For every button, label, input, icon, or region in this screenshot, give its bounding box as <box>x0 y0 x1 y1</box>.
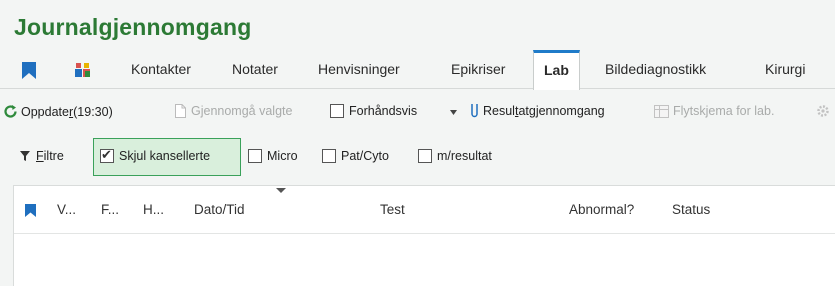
micro-checkbox-box[interactable] <box>248 149 262 163</box>
refresh-button[interactable]: Oppdate r (19:30) <box>3 104 113 119</box>
preview-checkbox[interactable]: Forhåndsvis <box>330 104 417 118</box>
dropdown-caret-icon[interactable] <box>450 110 457 115</box>
with-result-checkbox[interactable]: m/resultat <box>418 149 492 163</box>
test-tube-icon <box>470 104 479 118</box>
column-header-v[interactable]: V... <box>57 202 76 217</box>
grid-header: V... F... H... Dato/Tid Test Abnormal? S… <box>14 186 835 234</box>
hide-cancelled-checkbox[interactable]: Skjul kansellerte <box>100 147 210 163</box>
column-header-h[interactable]: H... <box>143 202 164 217</box>
pat-cyto-checkbox-box[interactable] <box>322 149 336 163</box>
tab-henvisninger[interactable]: Henvisninger <box>318 50 400 89</box>
tab-lab[interactable]: Lab <box>533 50 580 90</box>
tab-bildediagnostikk[interactable]: Bildediagnostikk <box>605 50 706 89</box>
flowsheet-button[interactable]: Flytskjema for lab. <box>654 104 774 118</box>
toolbar: Oppdate r (19:30) Gjennomgå valgte Forhån… <box>0 98 835 128</box>
filter-icon <box>20 151 30 161</box>
people-icon[interactable] <box>74 62 92 78</box>
refresh-icon <box>3 104 18 119</box>
tab-bar: Kontakter Notater Henvisninger Epikriser… <box>0 50 835 90</box>
column-header-test[interactable]: Test <box>380 202 405 217</box>
page-title: Journalgjennomgang <box>14 14 252 40</box>
document-icon <box>175 104 186 118</box>
hide-cancelled-checkbox-box[interactable] <box>100 147 114 163</box>
bookmark-icon[interactable] <box>22 62 36 79</box>
preview-checkbox-box[interactable] <box>330 104 344 118</box>
tab-kirurgi[interactable]: Kirurgi <box>765 50 805 89</box>
micro-checkbox[interactable]: Micro <box>248 149 298 163</box>
pat-cyto-checkbox[interactable]: Pat/Cyto <box>322 149 389 163</box>
lab-results-grid: V... F... H... Dato/Tid Test Abnormal? S… <box>13 185 835 286</box>
review-selected-button[interactable]: Gjennomgå valgte <box>175 104 292 118</box>
column-header-abnormal[interactable]: Abnormal? <box>569 202 634 217</box>
filter-button[interactable]: Filtre <box>20 149 64 163</box>
tab-notater[interactable]: Notater <box>232 50 278 89</box>
column-header-f[interactable]: F... <box>101 202 119 217</box>
result-review-button[interactable]: Resul t atgjennomgang <box>470 104 605 118</box>
flowsheet-icon <box>654 104 669 118</box>
with-result-checkbox-box[interactable] <box>418 149 432 163</box>
filter-bar: Filtre Skjul kansellerte Micro Pat/Cyto … <box>0 138 835 176</box>
column-header-dato-tid[interactable]: Dato/Tid <box>194 202 245 217</box>
bookmark-column-icon[interactable] <box>25 204 36 220</box>
tab-epikriser[interactable]: Epikriser <box>451 50 505 89</box>
gear-icon[interactable] <box>816 104 830 118</box>
sort-arrow-icon[interactable] <box>276 188 286 193</box>
column-header-status[interactable]: Status <box>672 202 710 217</box>
tab-kontakter[interactable]: Kontakter <box>131 50 191 89</box>
